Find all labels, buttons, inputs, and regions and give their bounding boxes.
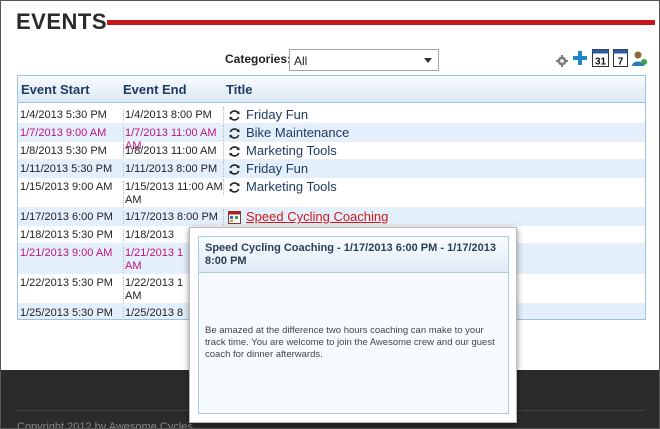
calendar-week-label: 7	[618, 57, 624, 68]
user-icon[interactable]	[631, 50, 648, 67]
table-row[interactable]: 1/11/2013 5:30 PM 1/11/2013 8:00 PM Friday…	[18, 160, 645, 178]
event-end-text: 1/25/2013 8	[125, 307, 184, 319]
table-header: Event Start Event End Title	[18, 76, 645, 103]
event-title-cell: Speed Cycling Coaching	[223, 209, 388, 225]
event-end-cell: 1/11/2013 8:00 PM	[123, 163, 223, 176]
event-start-cell: 1/21/2013 9:00 AM	[20, 247, 113, 259]
event-title-cell: Friday Fun	[223, 107, 308, 123]
event-start-cell: 1/17/2013 6:00 PM	[20, 211, 113, 223]
recurring-icon	[229, 128, 240, 139]
event-end-cell: 1/17/2013 8:00 PM	[123, 211, 223, 224]
events-page: EVENTS Categories: All 31 7 Event Start …	[0, 0, 660, 429]
page-title: EVENTS	[16, 9, 108, 34]
table-row[interactable]: 1/8/2013 5:30 PM 1/8/2013 11:00 AM Marketi…	[18, 142, 645, 160]
title-accent-bar	[107, 20, 655, 25]
column-header-event-end[interactable]: Event End	[123, 82, 187, 97]
recurring-icon	[229, 110, 240, 121]
event-end-text: 1/4/2013 8:00 PM	[125, 109, 212, 121]
event-start-cell: 1/25/2013 5:30 PM	[20, 307, 113, 319]
event-end-text: 1/22/2013 1	[125, 277, 184, 289]
event-start-cell: 1/22/2013 5:30 PM	[20, 277, 113, 289]
categories-selected-value: All	[294, 54, 308, 68]
recurring-icon	[229, 164, 240, 175]
event-end-cell: 1/15/2013 11:00 AM AM	[123, 181, 223, 207]
event-end-text: 1/11/2013 8:00 PM	[125, 163, 218, 175]
event-end-overflow-text: AM	[125, 260, 142, 272]
event-end-overflow-text: AM	[125, 290, 142, 302]
event-end-text: 1/7/2013 11:00 AM	[125, 127, 217, 139]
event-title-cell: Friday Fun	[223, 161, 308, 177]
event-start-cell: 1/7/2013 9:00 AM	[20, 127, 107, 139]
event-tooltip-description: Be amazed at the difference two hours co…	[205, 325, 495, 360]
event-title-cell: Bike Maintenance	[223, 125, 349, 141]
event-tooltip-panel: Speed Cycling Coaching - 1/17/2013 6:00 …	[198, 236, 509, 414]
event-end-cell: 1/4/2013 8:00 PM	[123, 109, 223, 122]
event-start-cell: 1/4/2013 5:30 PM	[20, 109, 107, 121]
calendar-month-icon[interactable]: 31	[592, 49, 609, 67]
event-end-text: 1/15/2013 11:00 AM	[125, 181, 223, 193]
table-row[interactable]: 1/4/2013 5:30 PM 1/4/2013 8:00 PM Friday F…	[18, 106, 645, 124]
column-header-event-start[interactable]: Event Start	[21, 82, 90, 97]
categories-label: Categories:	[225, 52, 292, 66]
event-end-text: 1/18/2013	[125, 229, 174, 241]
column-header-title[interactable]: Title	[226, 82, 253, 97]
event-tooltip: Speed Cycling Coaching - 1/17/2013 6:00 …	[189, 227, 517, 423]
event-end-text: 1/17/2013 8:00 PM	[125, 211, 218, 223]
event-title-cell: Marketing Tools	[223, 143, 337, 159]
event-title[interactable]: Friday Fun	[246, 162, 308, 175]
calendar-week-icon[interactable]: 7	[613, 49, 628, 67]
event-type-icon	[228, 211, 241, 224]
table-row[interactable]: 1/17/2013 6:00 PM 1/17/2013 8:00 PM Speed …	[18, 208, 645, 226]
event-tooltip-header: Speed Cycling Coaching - 1/17/2013 6:00 …	[199, 237, 508, 273]
footer-copyright: Copyright 2012 by Awesome Cycles	[17, 421, 193, 429]
categories-select[interactable]: All	[289, 49, 439, 71]
event-start-cell: 1/8/2013 5:30 PM	[20, 145, 107, 157]
table-row[interactable]: 1/15/2013 9:00 AM 1/15/2013 11:00 AM AM Mar…	[18, 178, 645, 208]
event-end-cell: 1/8/2013 11:00 AM	[123, 145, 223, 158]
event-end-text: 1/8/2013 11:00 AM	[125, 145, 217, 157]
event-start-cell: 1/11/2013 5:30 PM	[20, 163, 113, 175]
table-row[interactable]: 1/7/2013 9:00 AM 1/7/2013 11:00 AM AM Bike …	[18, 124, 645, 153]
settings-icon[interactable]	[556, 55, 568, 67]
event-end-text: 1/21/2013 1	[125, 247, 184, 259]
recurring-icon	[229, 146, 240, 157]
add-icon[interactable]	[572, 50, 588, 66]
event-title[interactable]: Marketing Tools	[246, 144, 337, 157]
event-title-link[interactable]: Speed Cycling Coaching	[246, 210, 388, 223]
event-title[interactable]: Marketing Tools	[246, 180, 337, 193]
event-start-cell: 1/15/2013 9:00 AM	[20, 181, 113, 193]
recurring-icon	[229, 182, 240, 193]
chevron-down-icon[interactable]	[424, 58, 432, 63]
event-start-cell: 1/18/2013 5:30 PM	[20, 229, 113, 241]
event-end-overflow-text: AM	[125, 194, 142, 206]
event-title-cell: Marketing Tools	[223, 179, 337, 195]
event-title[interactable]: Friday Fun	[246, 108, 308, 121]
event-title[interactable]: Bike Maintenance	[246, 126, 349, 139]
calendar-month-label: 31	[595, 57, 607, 68]
